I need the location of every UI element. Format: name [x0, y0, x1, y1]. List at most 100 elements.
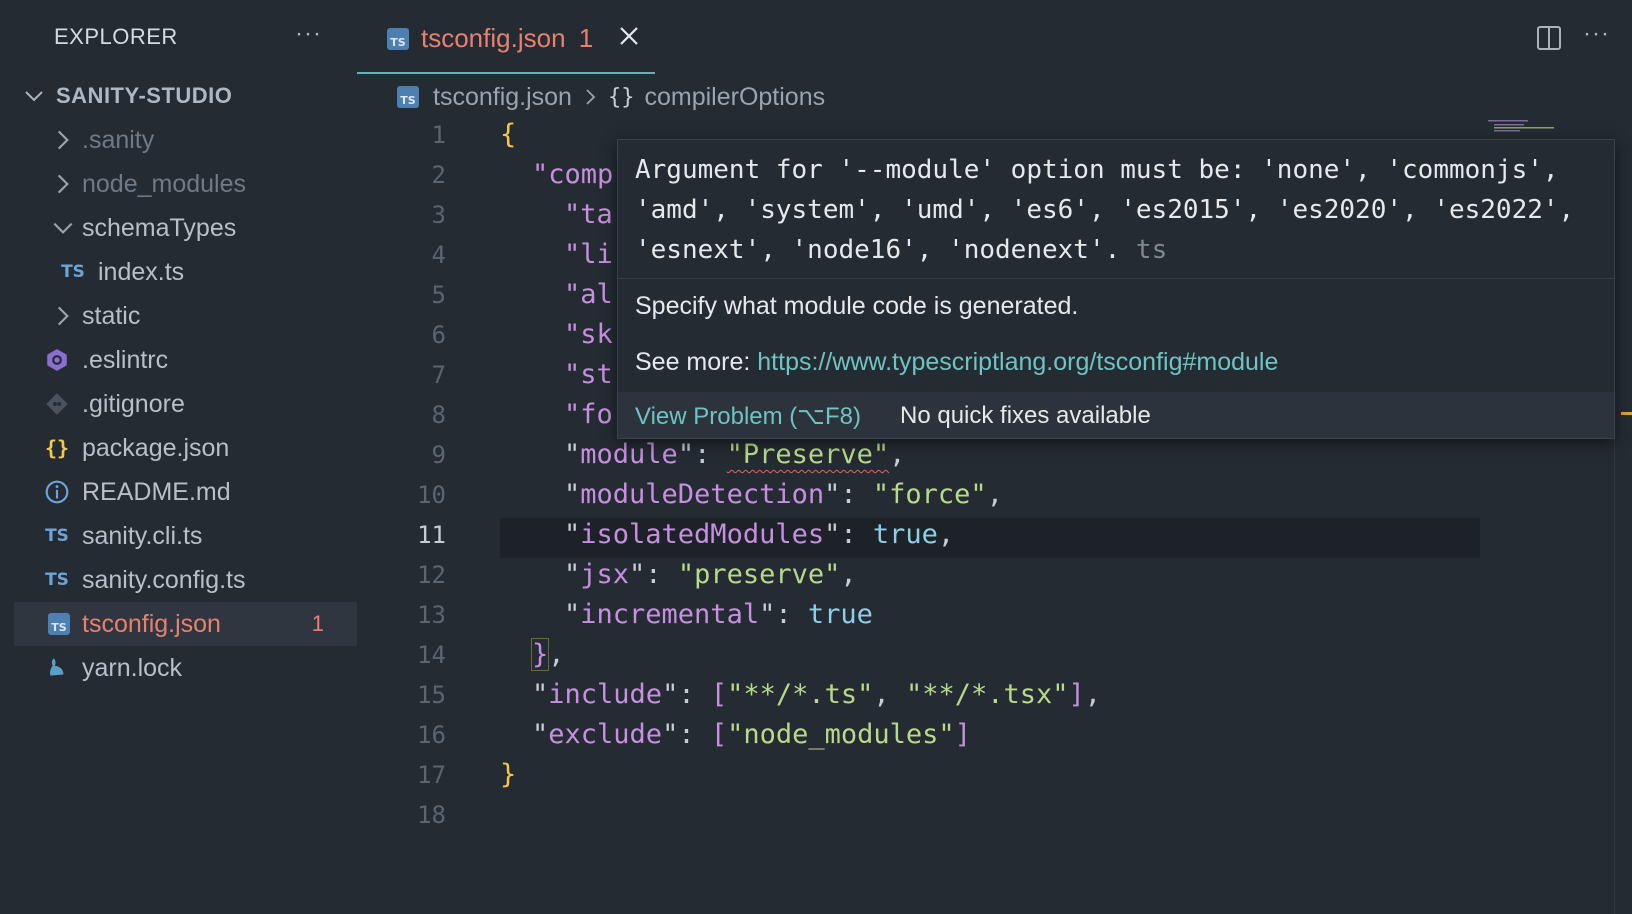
project-folder-header[interactable]: SANITY-STUDIO	[22, 80, 232, 112]
breadcrumb: TS tsconfig.json {} compilerOptions	[397, 80, 825, 114]
tree-item-tsconfig[interactable]: TS tsconfig.json 1	[14, 602, 357, 646]
tree-item-label: .eslintrc	[82, 345, 169, 374]
hover-source: ts	[1135, 235, 1168, 265]
chevron-down-icon	[25, 91, 43, 102]
code-line[interactable]: {	[500, 119, 516, 150]
line-number: 5	[431, 281, 446, 309]
tree-item-label: sanity.cli.ts	[82, 521, 203, 550]
code-line[interactable]: }	[500, 759, 516, 790]
problem-count-badge: 1	[311, 611, 324, 636]
tree-item-sanity[interactable]: .sanity	[14, 118, 357, 162]
line-number: 9	[431, 441, 446, 469]
ts-icon: TS	[61, 262, 85, 282]
tree-item-label: index.ts	[98, 257, 185, 286]
code-line[interactable]: "sk	[564, 319, 613, 350]
code-line[interactable]: "li	[564, 239, 613, 270]
code-line[interactable]: "fo	[564, 399, 613, 430]
code-line[interactable]: "jsx": "preserve",	[564, 559, 857, 590]
object-braces-icon: {}	[607, 84, 635, 110]
hover-description: Specify what module code is generated.	[635, 292, 1079, 320]
project-name: SANITY-STUDIO	[56, 83, 233, 108]
code-line[interactable]: "al	[564, 279, 613, 310]
tree-item-yarn-lock[interactable]: yarn.lock	[14, 646, 357, 690]
tree-item-package-json[interactable]: {} package.json	[14, 426, 357, 470]
split-editor-icon[interactable]	[1535, 24, 1563, 52]
chevron-right-icon	[57, 174, 69, 194]
tree-item-label: .gitignore	[82, 389, 185, 418]
tree-item-static[interactable]: static	[14, 294, 357, 338]
code-line[interactable]: "include": ["**/*.ts", "**/*.tsx"],	[532, 679, 1101, 710]
tab-tsconfig[interactable]: TS tsconfig.json 1	[357, 0, 655, 74]
hover-divider	[618, 278, 1614, 279]
line-number: 6	[431, 321, 446, 349]
ts-icon: TS	[45, 570, 69, 590]
code-line[interactable]: "ta	[564, 199, 613, 230]
breadcrumb-symbol[interactable]: compilerOptions	[644, 83, 825, 112]
view-problem-link[interactable]: View Problem (⌥F8)	[635, 402, 861, 431]
tsconfig-icon: TS	[397, 86, 419, 108]
breadcrumb-file[interactable]: tsconfig.json	[433, 83, 572, 112]
code-line-current[interactable]: "isolatedModules": true,	[564, 519, 954, 550]
code-line[interactable]: },	[530, 638, 565, 671]
tree-item-sanity-config[interactable]: TS sanity.config.ts	[14, 558, 357, 602]
editor-area: TS tsconfig.json 1 ··· TS tsconfig.json …	[357, 0, 1632, 914]
code-line[interactable]: "exclude": ["node_modules"]	[532, 719, 971, 750]
tree-item-sanity-cli[interactable]: TS sanity.cli.ts	[14, 514, 357, 558]
yarn-icon	[50, 658, 64, 676]
code-line[interactable]: "st	[564, 359, 613, 390]
hover-see-more-label: See more:	[635, 348, 758, 376]
tree-item-label: README.md	[82, 477, 231, 506]
info-icon	[45, 480, 69, 504]
tree-item-index-ts[interactable]: TS index.ts	[14, 250, 357, 294]
code-line[interactable]: "moduleDetection": "force",	[564, 479, 1003, 510]
hover-docs-link[interactable]: https://www.typescriptlang.org/tsconfig#…	[757, 348, 1278, 376]
tree-item-label: package.json	[82, 433, 230, 462]
close-icon[interactable]	[617, 24, 641, 48]
tree-item-readme[interactable]: README.md	[14, 470, 357, 514]
tree-item-node-modules[interactable]: node_modules	[14, 162, 357, 206]
line-number: 7	[431, 361, 446, 389]
tree-item-label: yarn.lock	[82, 653, 183, 682]
tsconfig-icon: TS	[387, 28, 409, 50]
explorer-sidebar: EXPLORER ··· SANITY-STUDIO .sanity node_…	[0, 0, 357, 914]
line-number: 12	[417, 561, 446, 589]
chevron-right-icon	[586, 89, 596, 105]
code-line[interactable]: "comp	[532, 159, 613, 190]
line-number-current: 11	[417, 521, 446, 549]
hover-error-message: Argument for '--module' option must be: …	[635, 155, 1575, 265]
line-number: 2	[431, 161, 446, 189]
tree-item-label: static	[82, 301, 141, 330]
line-number: 10	[417, 481, 446, 509]
minimap[interactable]	[1488, 118, 1578, 138]
chevron-down-icon	[53, 222, 73, 234]
tree-item-label: tsconfig.json	[82, 609, 221, 638]
line-number: 4	[431, 241, 446, 269]
line-number: 16	[417, 721, 446, 749]
tree-item-label: node_modules	[82, 169, 247, 198]
no-quick-fixes-label: No quick fixes available	[900, 402, 1151, 429]
eslint-icon	[47, 349, 67, 371]
hover-status-bar: View Problem (⌥F8) No quick fixes availa…	[618, 392, 1614, 438]
tree-item-label: schemaTypes	[82, 213, 237, 242]
line-number: 15	[417, 681, 446, 709]
git-icon	[46, 393, 68, 415]
tree-item-gitignore[interactable]: .gitignore	[14, 382, 357, 426]
hover-tooltip: Argument for '--module' option must be: …	[617, 139, 1615, 439]
explorer-title: EXPLORER	[54, 24, 178, 49]
explorer-more-actions-icon[interactable]: ···	[295, 20, 322, 48]
chevron-right-icon	[57, 130, 69, 150]
tab-title: tsconfig.json	[421, 23, 566, 53]
ts-icon: TS	[45, 526, 69, 546]
tab-problem-count: 1	[578, 23, 594, 53]
line-number: 13	[417, 601, 446, 629]
scrollbar-marker	[1621, 412, 1632, 415]
tree-item-schematypes[interactable]: schemaTypes	[14, 206, 357, 250]
line-number: 18	[417, 801, 446, 829]
tree-item-eslintrc[interactable]: .eslintrc	[14, 338, 357, 382]
code-line[interactable]: "module": "Preserve",	[564, 439, 905, 470]
line-number: 8	[431, 401, 446, 429]
more-actions-icon[interactable]: ···	[1583, 20, 1610, 48]
code-line[interactable]: "incremental": true	[564, 599, 873, 630]
tree-item-label: sanity.config.ts	[82, 565, 246, 594]
error-squiggle: "Preserve"	[726, 439, 890, 470]
